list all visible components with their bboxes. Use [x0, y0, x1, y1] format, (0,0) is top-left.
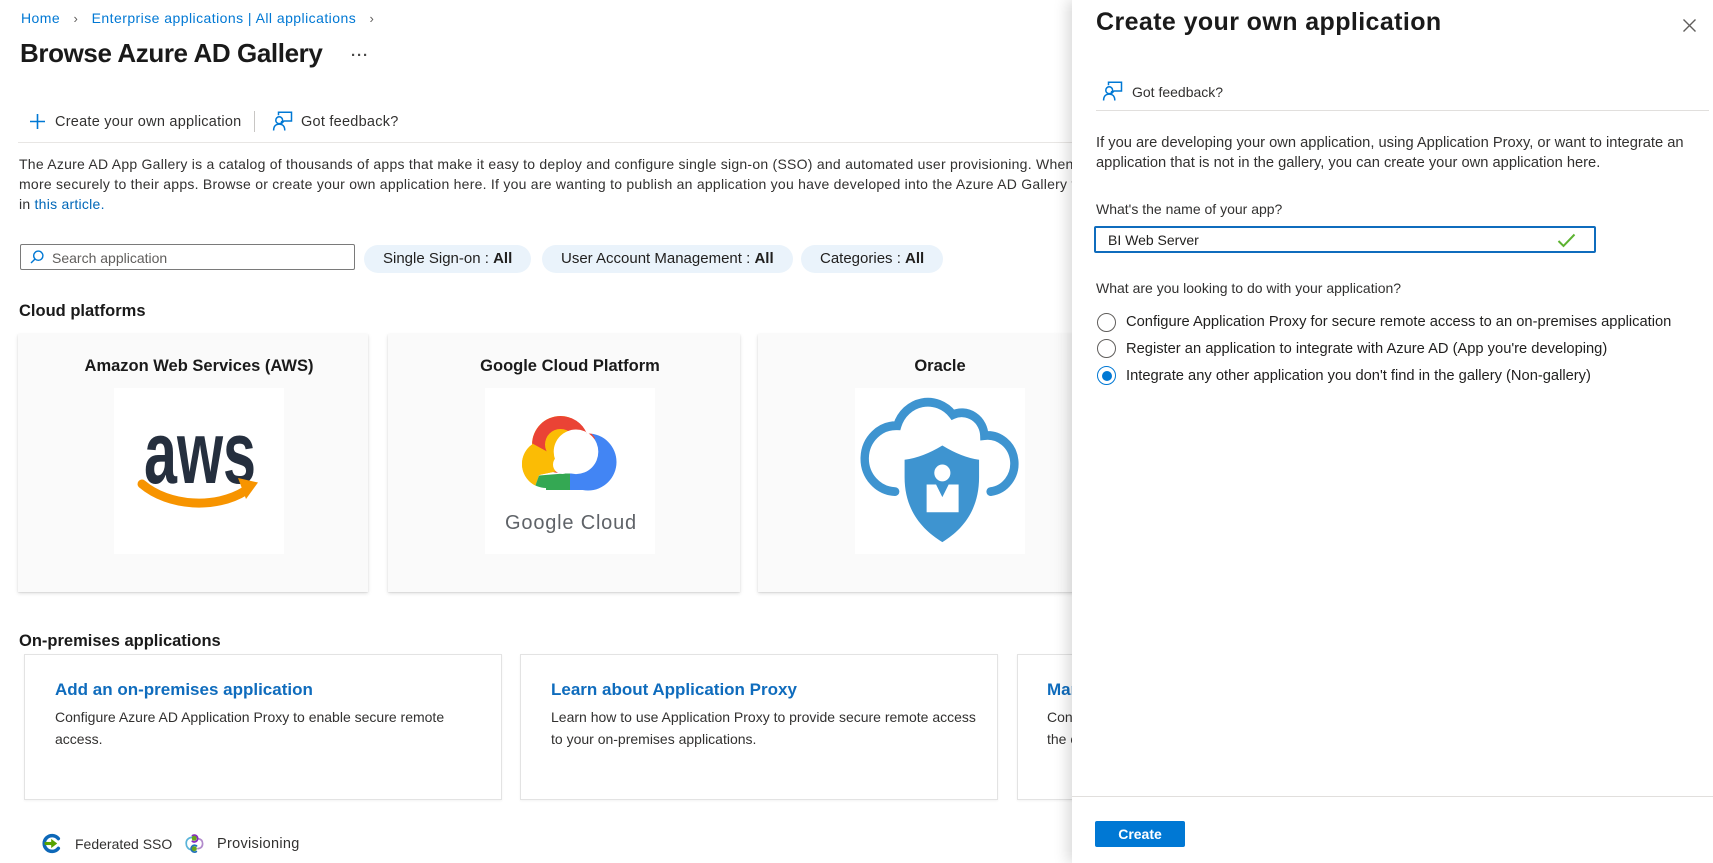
svg-text:Google Cloud: Google Cloud	[505, 512, 637, 534]
svg-text:aws: aws	[144, 403, 256, 502]
